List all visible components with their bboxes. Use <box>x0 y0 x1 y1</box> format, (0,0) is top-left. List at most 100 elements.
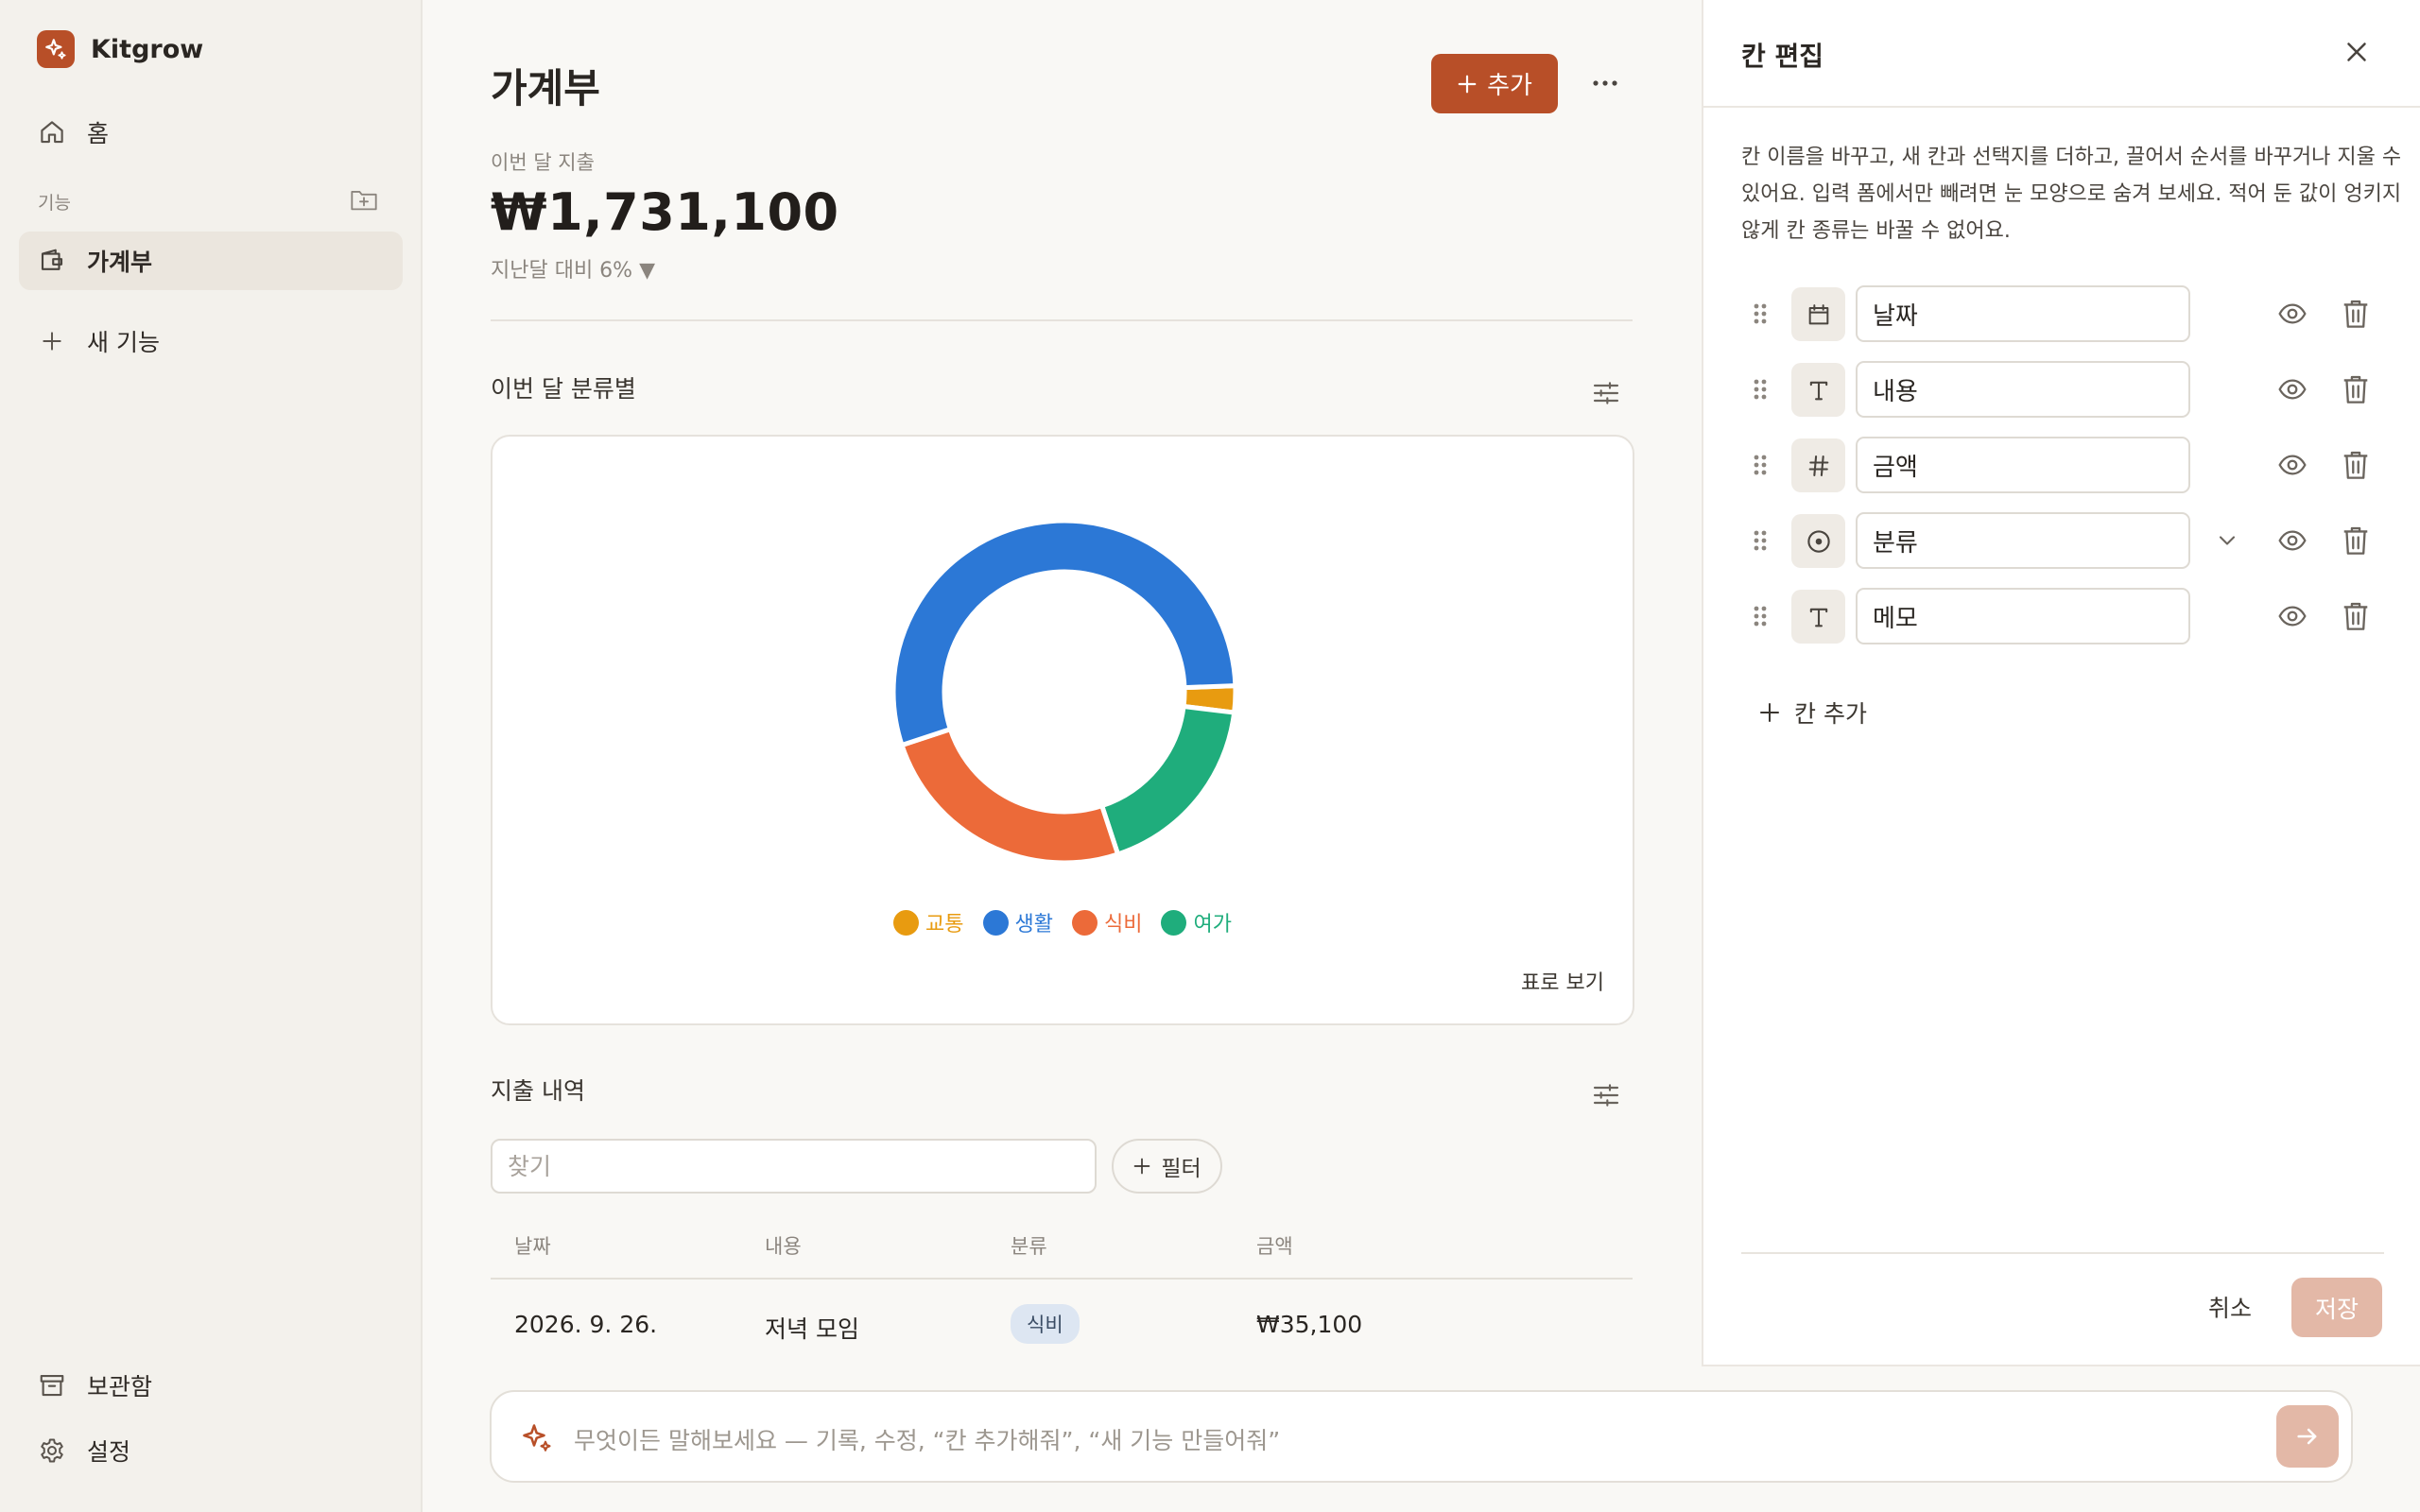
more-options-button[interactable] <box>1586 66 1624 100</box>
brand[interactable]: Kitgrow <box>37 30 203 68</box>
add-column-button[interactable]: 칸 추가 <box>1758 696 1867 730</box>
field-name-input[interactable] <box>1856 588 2190 644</box>
field-row <box>1703 512 2420 569</box>
trash-icon[interactable] <box>2342 449 2370 481</box>
legend-label: 여가 <box>1193 913 1232 936</box>
nav-settings-label: 설정 <box>87 1438 131 1466</box>
chart-section-title: 이번 달 분류별 <box>491 375 636 403</box>
legend-label: 생활 <box>1014 913 1053 936</box>
legend-swatch <box>1072 909 1098 936</box>
text-type-icon <box>1791 590 1845 644</box>
divider <box>491 319 1633 321</box>
add-entry-button[interactable]: 추가 <box>1431 54 1558 113</box>
table-header-divider <box>491 1278 1633 1280</box>
drag-handle-icon[interactable] <box>1751 376 1770 403</box>
archive-icon <box>38 1371 66 1400</box>
legend-item[interactable]: 여가 <box>1161 907 1232 937</box>
field-name-input[interactable] <box>1856 361 2190 418</box>
add-entry-label: 추가 <box>1487 72 1532 100</box>
chart-settings-icon[interactable] <box>1591 378 1621 408</box>
panel-title: 칸 편집 <box>1741 41 1824 72</box>
nav-settings[interactable]: 설정 <box>19 1421 403 1480</box>
column-edit-panel: 칸 편집 칸 이름을 바꾸고, 새 칸과 선택지를 더하고, 끌어서 순서를 바… <box>1702 0 2420 1366</box>
new-feature-label: 새 기능 <box>87 329 160 356</box>
column-header-amount[interactable]: 금액 <box>1256 1231 1293 1260</box>
legend-item[interactable]: 생활 <box>982 907 1053 937</box>
panel-footer-divider <box>1741 1252 2384 1254</box>
eye-icon[interactable] <box>2277 525 2308 556</box>
donut-slice-여가[interactable] <box>1099 703 1237 857</box>
drag-handle-icon[interactable] <box>1751 527 1770 554</box>
filter-label: 필터 <box>1161 1157 1201 1181</box>
drag-handle-icon[interactable] <box>1751 301 1770 327</box>
field-row <box>1703 437 2420 493</box>
trash-icon[interactable] <box>2342 373 2370 405</box>
row-content: 저녁 모임 <box>765 1315 859 1343</box>
legend-swatch <box>982 909 1009 936</box>
more-dots-icon <box>1593 80 1617 86</box>
save-button[interactable]: 저장 <box>2291 1278 2382 1337</box>
legend-swatch <box>893 909 920 936</box>
panel-description: 칸 이름을 바꾸고, 새 칸과 선택지를 더하고, 끌어서 순서를 바꾸거나 지… <box>1741 146 2402 243</box>
row-date: 2026. 9. 26. <box>514 1311 658 1338</box>
drag-handle-icon[interactable] <box>1751 452 1770 478</box>
plus-icon <box>1133 1158 1150 1175</box>
wallet-icon <box>38 247 66 275</box>
eye-icon[interactable] <box>2277 601 2308 631</box>
close-icon[interactable] <box>2341 36 2373 68</box>
field-name-input[interactable] <box>1856 285 2190 342</box>
sidebar: Kitgrow 홈 기능 가계부 새 기능 보관함 설정 <box>0 0 423 1512</box>
list-section-title: 지출 내역 <box>491 1077 585 1105</box>
spending-delta: 지난달 대비 6% ▼ <box>491 259 656 283</box>
legend-item[interactable]: 교통 <box>893 907 964 937</box>
chat-composer[interactable]: 무엇이든 말해보세요 — 기록, 수정, “칸 추가해줘”, “새 기능 만들어… <box>490 1390 2353 1483</box>
plus-icon <box>1458 75 1477 93</box>
row-amount: ₩35,100 <box>1256 1311 1363 1338</box>
trash-icon[interactable] <box>2342 298 2370 330</box>
field-name-input[interactable] <box>1856 512 2190 569</box>
nav-archive[interactable]: 보관함 <box>19 1356 403 1415</box>
calendar-icon <box>1791 287 1845 341</box>
sidebar-item-label: 가계부 <box>87 249 153 276</box>
nav-home-label: 홈 <box>87 120 110 147</box>
legend-swatch <box>1161 909 1187 936</box>
category-badge: 식비 <box>1011 1304 1080 1344</box>
plus-icon <box>38 327 66 355</box>
new-feature-button[interactable]: 새 기능 <box>19 312 403 370</box>
chevron-down-icon[interactable] <box>2214 527 2240 554</box>
page-title: 가계부 <box>491 65 600 112</box>
legend-item[interactable]: 식비 <box>1072 907 1142 937</box>
legend-label: 식비 <box>1104 913 1143 936</box>
field-name-input[interactable] <box>1856 437 2190 493</box>
sparkle-icon <box>520 1421 554 1455</box>
donut-slice-식비[interactable] <box>899 727 1121 866</box>
nav-home[interactable]: 홈 <box>19 103 403 162</box>
table-view-link[interactable]: 표로 보기 <box>1521 966 1604 996</box>
list-settings-icon[interactable] <box>1591 1080 1621 1110</box>
nav-archive-label: 보관함 <box>87 1373 153 1400</box>
column-header-category[interactable]: 분류 <box>1011 1231 1047 1260</box>
search-input[interactable] <box>491 1139 1097 1194</box>
trash-icon[interactable] <box>2342 524 2370 557</box>
eye-icon[interactable] <box>2277 450 2308 480</box>
send-button[interactable] <box>2276 1405 2339 1468</box>
chart-legend: 교통 생활 식비 여가 <box>491 907 1634 937</box>
column-header-date[interactable]: 날짜 <box>514 1231 551 1260</box>
trash-icon[interactable] <box>2342 600 2370 632</box>
eye-icon[interactable] <box>2277 299 2308 329</box>
panel-divider <box>1703 106 2420 108</box>
add-folder-icon[interactable] <box>350 187 380 214</box>
column-header-content[interactable]: 내용 <box>765 1231 802 1260</box>
home-icon <box>38 118 66 146</box>
drag-handle-icon[interactable] <box>1751 603 1770 629</box>
eye-icon[interactable] <box>2277 374 2308 404</box>
filter-button[interactable]: 필터 <box>1112 1139 1222 1194</box>
sidebar-item-ledger[interactable]: 가계부 <box>19 232 403 290</box>
hash-icon <box>1791 438 1845 492</box>
plus-icon <box>1760 703 1779 722</box>
spending-total: ₩1,731,100 <box>491 182 839 242</box>
composer-placeholder[interactable]: 무엇이든 말해보세요 — 기록, 수정, “칸 추가해줘”, “새 기능 만들어… <box>574 1422 1280 1456</box>
add-column-label: 칸 추가 <box>1794 700 1867 728</box>
field-row <box>1703 588 2420 644</box>
cancel-button[interactable]: 취소 <box>2195 1278 2265 1336</box>
